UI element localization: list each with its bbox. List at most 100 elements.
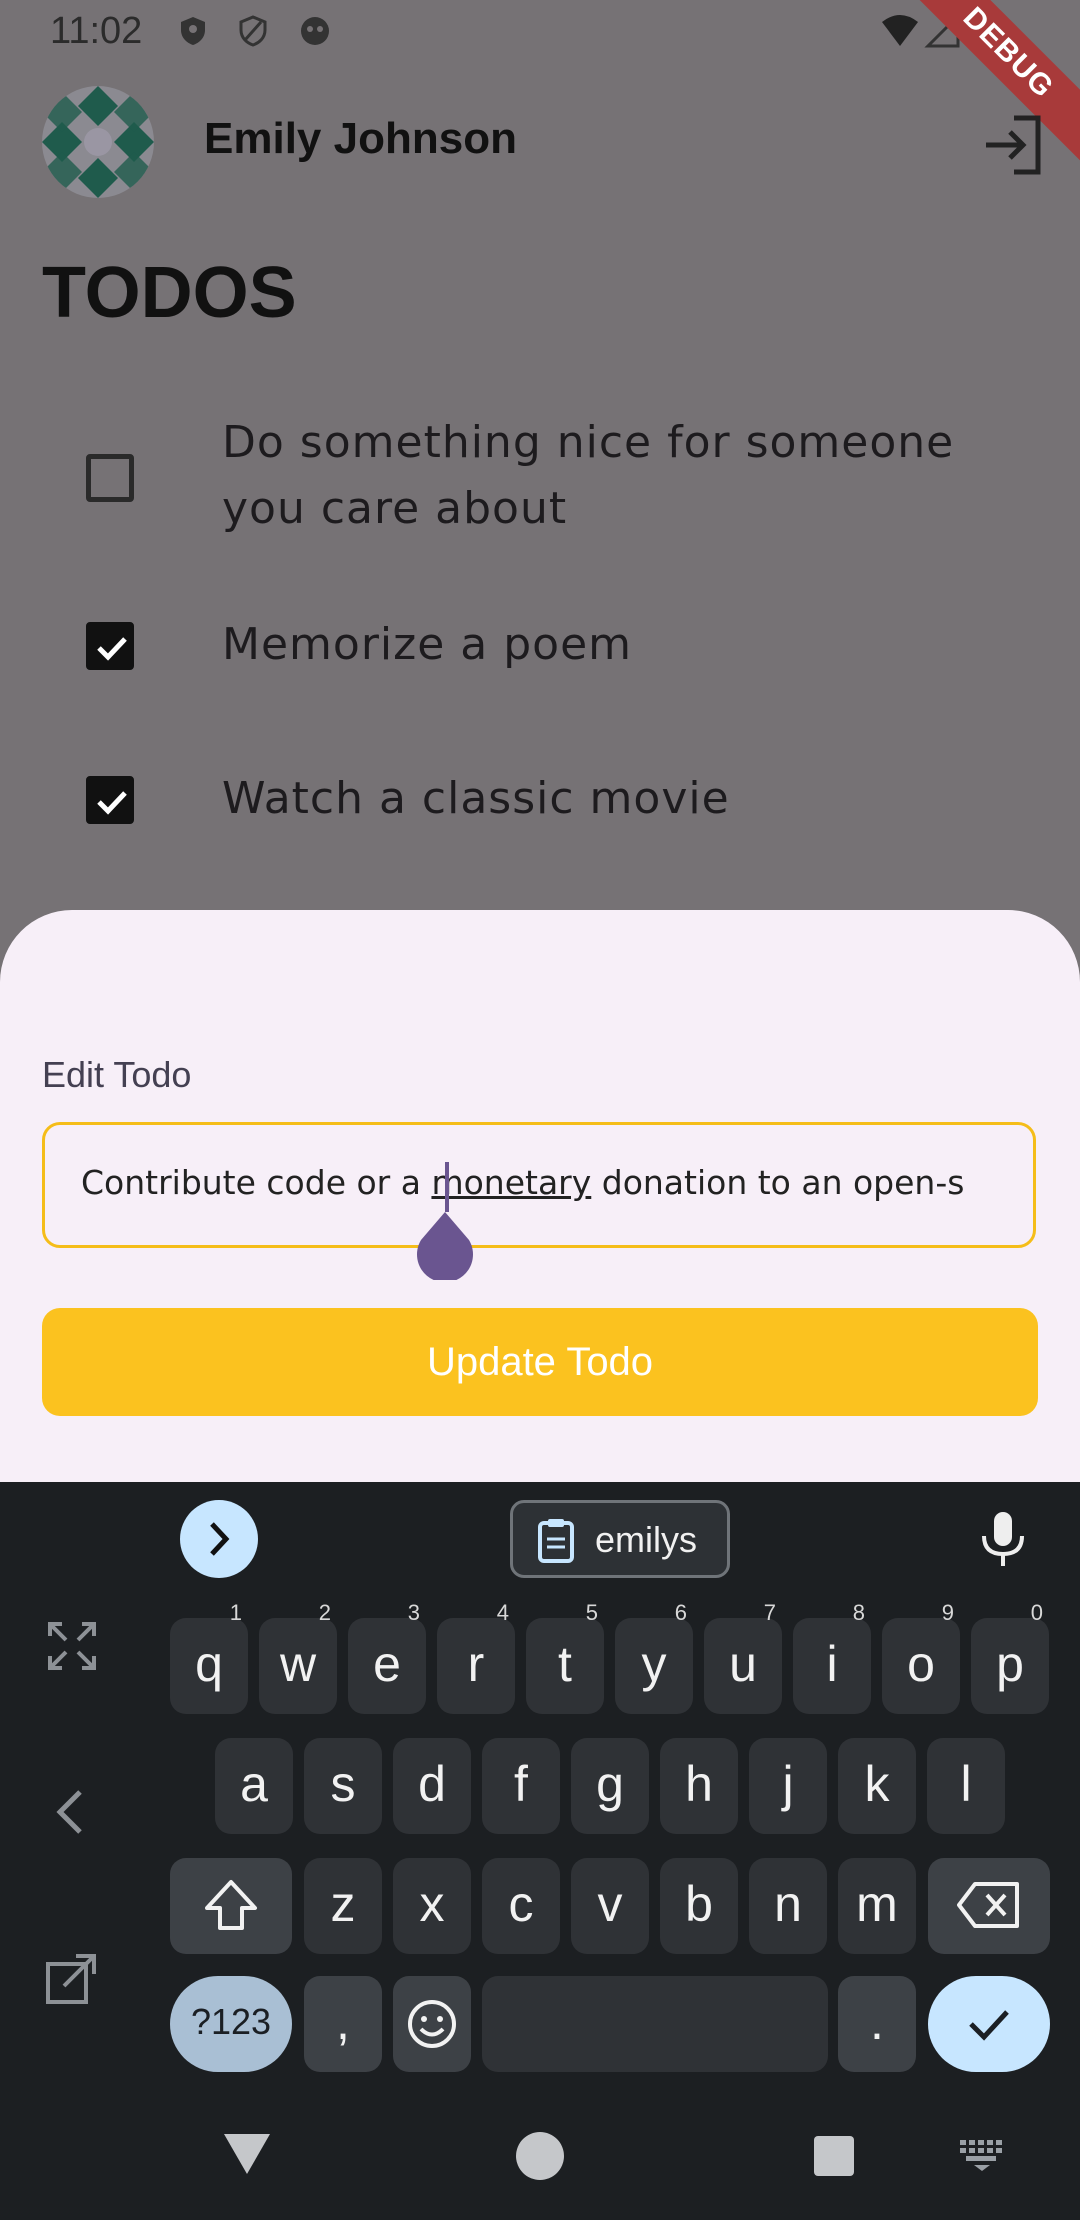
key-n[interactable]: n — [749, 1858, 827, 1954]
input-text-before: Contribute code or a — [81, 1163, 432, 1202]
key-t[interactable]: t5 — [526, 1600, 604, 1714]
key-z[interactable]: z — [304, 1858, 382, 1954]
key-l[interactable]: l — [927, 1738, 1005, 1834]
checkmark-icon — [969, 2010, 1009, 2041]
key-p[interactable]: p0 — [971, 1600, 1049, 1714]
key-r[interactable]: r4 — [437, 1600, 515, 1714]
todo-checkbox-checked[interactable] — [86, 776, 134, 824]
avatar-pattern-icon — [42, 86, 154, 198]
key-i[interactable]: i8 — [793, 1600, 871, 1714]
key-k[interactable]: k — [838, 1738, 916, 1834]
privacy-shield-icon — [181, 17, 205, 45]
backspace-icon — [957, 1882, 1019, 1928]
key-u[interactable]: u7 — [704, 1600, 782, 1714]
key-x[interactable]: x — [393, 1858, 471, 1954]
keyboard-switch-icon[interactable] — [958, 2138, 1006, 2172]
todo-checkbox-unchecked[interactable] — [86, 454, 134, 502]
backspace-key[interactable] — [928, 1858, 1050, 1954]
key-m[interactable]: m — [838, 1858, 916, 1954]
key-hint: 1 — [229, 1600, 242, 1625]
key-f[interactable]: f — [482, 1738, 560, 1834]
back-triangle-icon[interactable] — [222, 2128, 272, 2178]
key-hint: 5 — [585, 1600, 598, 1625]
home-circle-icon[interactable] — [514, 2130, 566, 2182]
floating-keyboard-icon[interactable] — [42, 1948, 102, 2008]
recents-square-icon[interactable] — [812, 2134, 856, 2178]
key-label: w — [279, 1636, 317, 1692]
update-todo-button[interactable]: Update Todo — [42, 1308, 1038, 1416]
page-title: TODOS — [42, 253, 297, 333]
key-label: e — [373, 1636, 401, 1692]
todo-text: Do something nice for someone you care a… — [222, 417, 955, 534]
edit-todo-sheet: Edit Todo Contribute code or a monetary … — [0, 910, 1080, 1484]
key-hint: 2 — [318, 1600, 331, 1625]
key-j[interactable]: j — [749, 1738, 827, 1834]
todo-checkbox-checked[interactable] — [86, 622, 134, 670]
fullscreen-icon[interactable] — [42, 1616, 102, 1676]
key-label: i — [826, 1636, 838, 1692]
chevron-left-icon[interactable] — [42, 1782, 102, 1842]
status-time: 11:02 — [50, 10, 143, 52]
shift-key[interactable] — [170, 1858, 292, 1954]
robot-icon — [301, 17, 329, 45]
key-hint: 7 — [763, 1600, 776, 1625]
wifi-icon — [882, 15, 918, 46]
keyboard-expand-button[interactable] — [180, 1500, 258, 1578]
todo-text: Memorize a poem — [222, 619, 633, 670]
edit-todo-input[interactable]: Contribute code or a monetary donation t… — [42, 1122, 1036, 1248]
edit-todo-label: Edit Todo — [42, 1054, 192, 1095]
emoji-key[interactable] — [393, 1976, 471, 2072]
key-label: p — [996, 1636, 1024, 1692]
key-a[interactable]: a — [215, 1738, 293, 1834]
key-s[interactable]: s — [304, 1738, 382, 1834]
key-q[interactable]: q1 — [170, 1600, 248, 1714]
key-hint: 9 — [941, 1600, 954, 1625]
clipboard-icon — [538, 1519, 574, 1563]
edit-todo-input-value[interactable]: Contribute code or a monetary donation t… — [81, 1163, 964, 1202]
clipboard-suggestion-chip[interactable]: emilys — [510, 1500, 730, 1578]
check-icon — [97, 791, 127, 815]
key-label: r — [467, 1636, 485, 1692]
space-key[interactable] — [482, 1976, 828, 2072]
emoji-icon — [408, 2000, 456, 2048]
key-h[interactable]: h — [660, 1738, 738, 1834]
status-bar: 11:02 — [0, 0, 1080, 66]
key-hint: 3 — [407, 1600, 420, 1625]
logout-icon[interactable] — [980, 112, 1046, 178]
key-y[interactable]: y6 — [615, 1600, 693, 1714]
check-icon — [97, 637, 127, 661]
key-g[interactable]: g — [571, 1738, 649, 1834]
key-hint: 4 — [496, 1600, 509, 1625]
shift-icon — [205, 1880, 257, 1930]
input-text-underlined: monetary — [431, 1163, 592, 1202]
system-nav-bar — [0, 2110, 1080, 2220]
key-hint: 8 — [852, 1600, 865, 1625]
key-label: o — [907, 1636, 935, 1692]
key-v[interactable]: v — [571, 1858, 649, 1954]
key-w[interactable]: w2 — [259, 1600, 337, 1714]
symbols-key[interactable]: ?123 — [170, 1976, 292, 2072]
key-c[interactable]: c — [482, 1858, 560, 1954]
key-hint: 0 — [1030, 1600, 1043, 1625]
key-o[interactable]: o9 — [882, 1600, 960, 1714]
key-label: t — [558, 1636, 572, 1692]
app-screen: 11:02 DEBUG Emily Johnson TODOS Do somet… — [0, 0, 1080, 2220]
key-e[interactable]: e3 — [348, 1600, 426, 1714]
input-text-after: donation to an open-s — [591, 1163, 965, 1202]
key-label: y — [641, 1636, 667, 1692]
comma-key[interactable]: , — [304, 1976, 382, 2072]
microphone-icon[interactable] — [976, 1510, 1030, 1568]
todo-text: Watch a classic movie — [222, 773, 730, 824]
avatar[interactable] — [42, 86, 154, 198]
key-b[interactable]: b — [660, 1858, 738, 1954]
cursor-handle-icon[interactable] — [415, 1212, 475, 1280]
text-cursor — [445, 1162, 449, 1212]
enter-key[interactable] — [928, 1976, 1050, 2072]
key-d[interactable]: d — [393, 1738, 471, 1834]
shield-outline-icon — [239, 15, 267, 47]
user-name: Emily Johnson — [204, 114, 517, 163]
clipboard-chip-text: emilys — [595, 1519, 698, 1560]
key-hint: 6 — [674, 1600, 687, 1625]
period-key[interactable]: . — [838, 1976, 916, 2072]
key-label: u — [729, 1636, 757, 1692]
